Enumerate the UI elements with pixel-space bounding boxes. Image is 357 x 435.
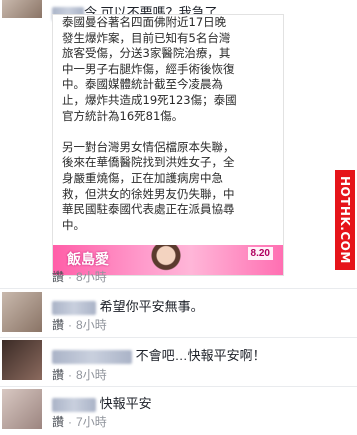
comment-4: 快報平安 讚 · 7小時 bbox=[0, 389, 357, 433]
comment-3: 不會吧…快報平安啊！ 讚 · 8小時 bbox=[0, 340, 357, 384]
divider bbox=[0, 337, 357, 338]
comment-1: 令 可以不要嗎？我急了 泰國曼谷著名四面佛附近17日晚 發生爆炸案，目前已知有5… bbox=[0, 0, 357, 290]
timestamp[interactable]: 7小時 bbox=[76, 415, 107, 429]
like-link[interactable]: 讚 bbox=[52, 415, 64, 429]
timestamp[interactable]: 8小時 bbox=[76, 318, 107, 332]
avatar[interactable] bbox=[2, 0, 42, 18]
ad-brand: 飯島愛 bbox=[67, 252, 109, 268]
divider bbox=[0, 386, 357, 387]
avatar[interactable] bbox=[2, 292, 42, 332]
ad-date: 8.20 bbox=[247, 247, 273, 260]
news-article-text: 泰國曼谷著名四面佛附近17日晚 發生爆炸案，目前已知有5名台灣 旅客受傷，分送3… bbox=[62, 15, 237, 275]
comment-body: 不會吧…快報平安啊！ bbox=[135, 348, 266, 363]
comment-2: 希望你平安無事。 讚 · 8小時 bbox=[0, 292, 357, 336]
commenter-name[interactable] bbox=[52, 397, 96, 412]
comment-text: 希望你平安無事。 bbox=[52, 296, 204, 315]
like-link[interactable]: 讚 bbox=[52, 368, 64, 382]
watermark-logo: HOTHK.COM bbox=[335, 170, 355, 270]
ad-person-image bbox=[145, 245, 187, 275]
comment-meta: 讚 · 8小時 bbox=[52, 318, 107, 332]
timestamp[interactable]: 8小時 bbox=[76, 270, 107, 284]
avatar[interactable] bbox=[2, 389, 42, 429]
timestamp[interactable]: 8小時 bbox=[76, 368, 107, 382]
comment-meta: 讚 · 7小時 bbox=[52, 415, 107, 429]
comment-text: 不會吧…快報平安啊！ bbox=[52, 345, 266, 364]
avatar[interactable] bbox=[2, 340, 42, 380]
divider bbox=[0, 288, 357, 289]
commenter-name[interactable] bbox=[52, 300, 96, 315]
news-screenshot-image[interactable]: 泰國曼谷著名四面佛附近17日晚 發生爆炸案，目前已知有5名台灣 旅客受傷，分送3… bbox=[52, 14, 284, 276]
comment-meta: 讚 · 8小時 bbox=[52, 270, 107, 284]
like-link[interactable]: 讚 bbox=[52, 318, 64, 332]
comment-meta: 讚 · 8小時 bbox=[52, 368, 107, 382]
comment-body: 快報平安 bbox=[99, 396, 152, 411]
commenter-name[interactable] bbox=[52, 349, 132, 364]
like-link[interactable]: 讚 bbox=[52, 270, 64, 284]
comment-text: 快報平安 bbox=[52, 393, 152, 412]
comment-body: 希望你平安無事。 bbox=[99, 299, 204, 314]
